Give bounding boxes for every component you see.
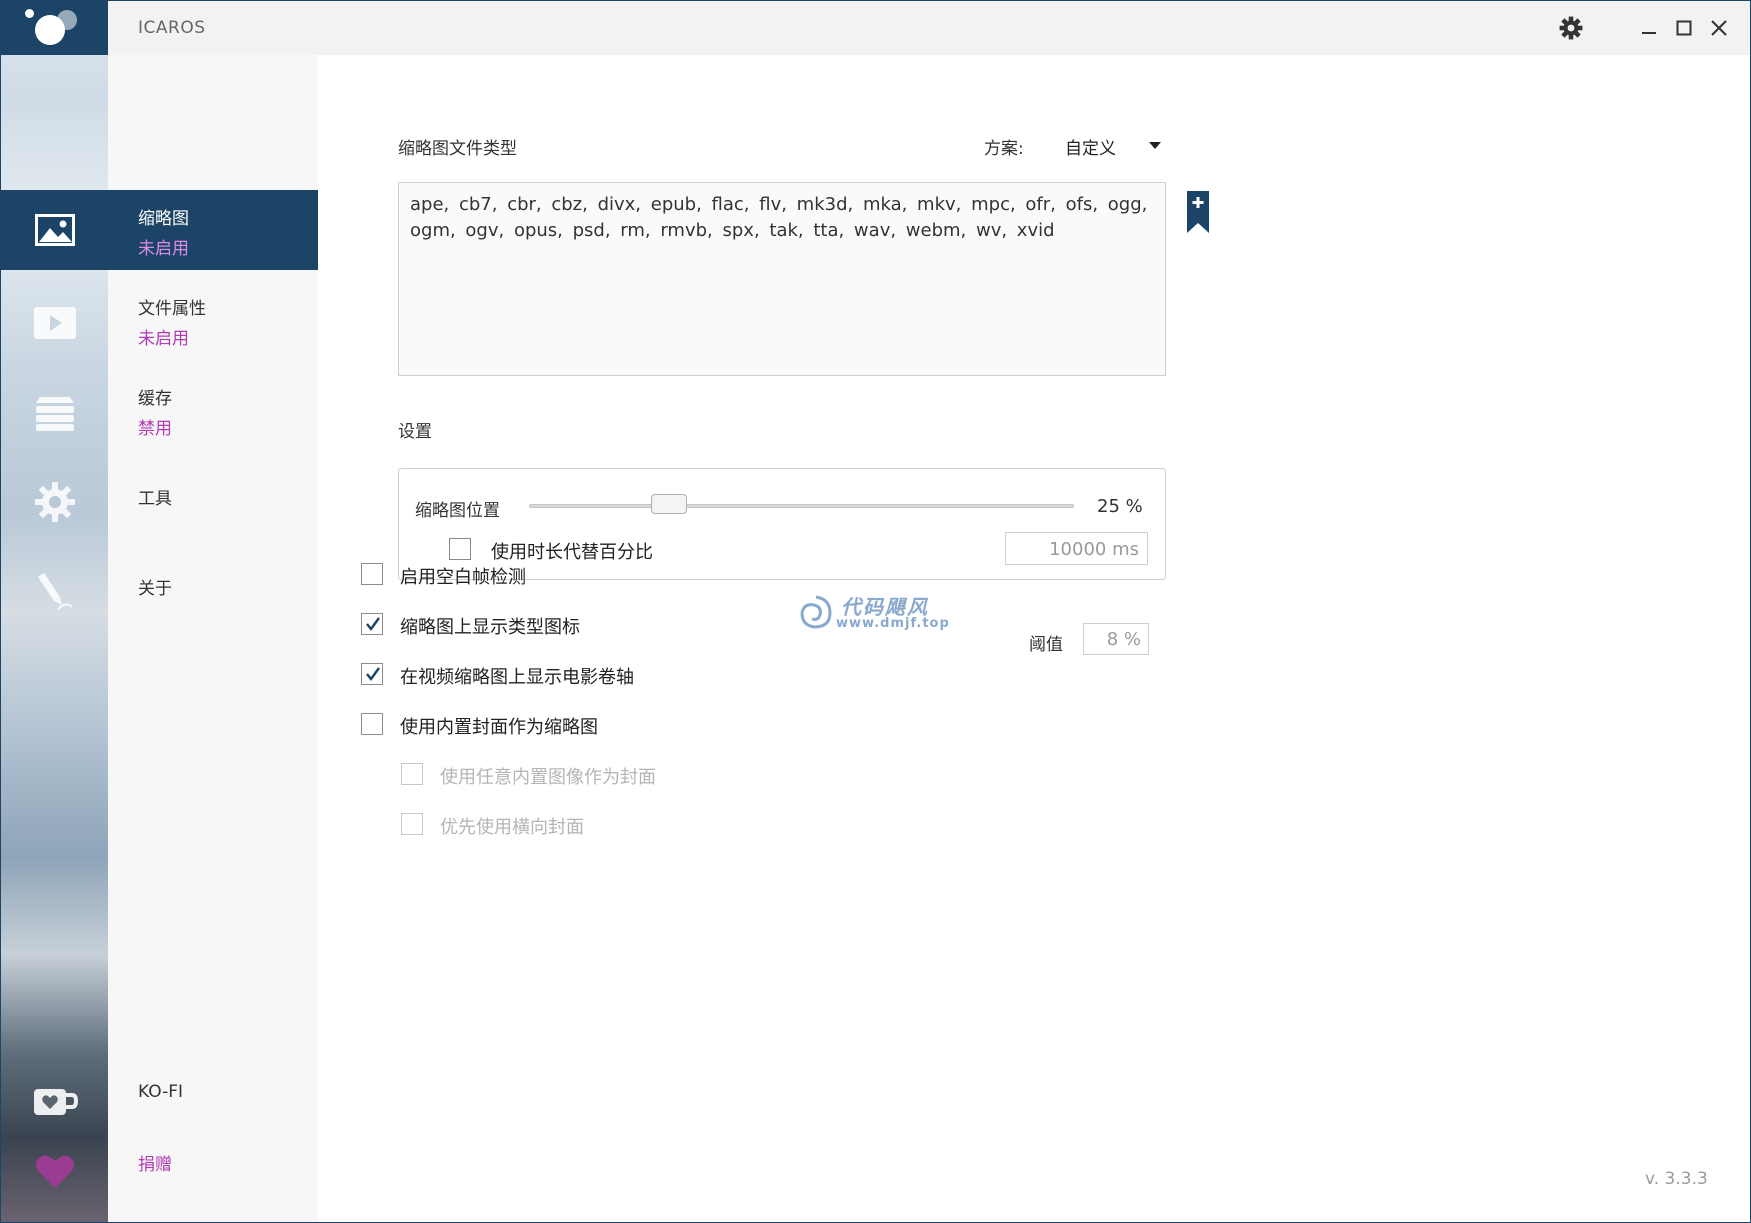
scheme-dropdown-value: 自定义 bbox=[1065, 139, 1116, 159]
minimize-button[interactable] bbox=[1634, 13, 1664, 43]
filetypes-title: 缩略图文件类型 bbox=[398, 139, 517, 159]
nav-item-status: 未启用 bbox=[138, 329, 189, 349]
maximize-icon bbox=[1676, 20, 1692, 36]
logo-dot-big bbox=[35, 15, 65, 45]
nav-item-file-properties[interactable]: 文件属性 未启用 bbox=[108, 280, 318, 360]
heart-icon bbox=[35, 1155, 74, 1188]
filetypes-line: ape, cb7, cbr, cbz, divx, epub, flac, fl… bbox=[410, 194, 1148, 215]
nav-item-tools[interactable]: 工具 bbox=[108, 460, 318, 540]
settings-button[interactable] bbox=[1556, 13, 1586, 43]
title-bar: ICAROS bbox=[108, 1, 1750, 55]
video-icon bbox=[33, 307, 76, 339]
nav-item-donate[interactable]: 捐赠 bbox=[108, 1133, 318, 1193]
nav-item-label: 缩略图 bbox=[138, 209, 189, 229]
duration-checkbox-label: 使用时长代替百分比 bbox=[491, 542, 653, 563]
watermark: 代码飓风 www.dmjf.top bbox=[796, 591, 966, 635]
scheme-dropdown[interactable]: 自定义 bbox=[1065, 131, 1165, 159]
nav-panel: 缩略图 未启用 文件属性 未启用 缓存 禁用 工具 关于 KO-FI 捐赠 bbox=[108, 55, 318, 1222]
threshold-input[interactable]: 8 % bbox=[1083, 623, 1149, 655]
option-label: 使用内置封面作为缩略图 bbox=[400, 717, 598, 738]
slider-value: 25 % bbox=[1097, 496, 1143, 517]
nav-item-kofi[interactable]: KO-FI bbox=[108, 1065, 318, 1125]
option-label: 在视频缩略图上显示电影卷轴 bbox=[400, 667, 634, 688]
position-slider-thumb[interactable] bbox=[651, 494, 687, 514]
close-icon bbox=[1711, 20, 1727, 36]
nav-item-status: 禁用 bbox=[138, 419, 172, 439]
maximize-button[interactable] bbox=[1669, 13, 1699, 43]
nav-item-label: 文件属性 bbox=[138, 299, 206, 319]
strip-tools[interactable] bbox=[1, 462, 108, 542]
strip-cache[interactable] bbox=[1, 373, 108, 453]
watermark-url: www.dmjf.top bbox=[836, 616, 950, 631]
strip-thumbnail[interactable] bbox=[1, 190, 108, 270]
app-logo bbox=[1, 1, 108, 55]
tools-icon bbox=[37, 573, 73, 610]
option-checkbox[interactable] bbox=[401, 763, 423, 785]
main-content: 缩略图文件类型 方案: 自定义 ape, cb7, cbr, cbz, divx… bbox=[318, 55, 1750, 1222]
nav-item-cache[interactable]: 缓存 禁用 bbox=[108, 370, 318, 450]
nav-item-label: 工具 bbox=[138, 489, 172, 509]
chevron-down-icon bbox=[1149, 142, 1161, 149]
option-checkbox[interactable] bbox=[361, 713, 383, 735]
bookmark-add-icon bbox=[1187, 191, 1209, 233]
option-checkbox[interactable] bbox=[361, 663, 383, 685]
app-title: ICAROS bbox=[138, 18, 206, 38]
threshold-label: 阈值 bbox=[1029, 635, 1063, 655]
duration-input[interactable]: 10000 ms bbox=[1005, 532, 1148, 565]
filetypes-line: ogm, ogv, opus, psd, rm, rmvb, spx, tak,… bbox=[410, 220, 1055, 241]
scheme-label: 方案: bbox=[984, 139, 1024, 159]
stack-icon bbox=[35, 397, 74, 431]
option-label: 缩略图上显示类型图标 bbox=[400, 617, 580, 638]
thumbnail-icon bbox=[34, 214, 75, 246]
nav-item-about[interactable]: 关于 bbox=[108, 550, 318, 630]
filetypes-textarea[interactable]: ape, cb7, cbr, cbz, divx, epub, flac, fl… bbox=[398, 182, 1166, 376]
position-slider-track[interactable] bbox=[529, 504, 1074, 508]
option-label: 使用任意内置图像作为封面 bbox=[440, 767, 656, 788]
option-label: 优先使用横向封面 bbox=[440, 817, 584, 838]
strip-about[interactable] bbox=[1, 552, 108, 632]
option-checkbox[interactable] bbox=[401, 813, 423, 835]
duration-checkbox[interactable] bbox=[449, 538, 471, 560]
checkmark-icon bbox=[366, 667, 380, 681]
strip-donate[interactable] bbox=[1, 1131, 108, 1211]
settings-title: 设置 bbox=[398, 422, 432, 442]
app-window: ICAROS 缩略图 未启用 文件属性 未启用 缓存 禁用 工具 关于 KO-F… bbox=[0, 0, 1751, 1223]
watermark-logo-icon bbox=[800, 595, 832, 629]
gear-icon bbox=[1559, 16, 1583, 40]
nav-item-label: 缓存 bbox=[138, 389, 172, 409]
nav-item-thumbnails[interactable]: 缩略图 未启用 bbox=[108, 190, 318, 270]
checkmark-icon bbox=[366, 617, 380, 631]
option-checkbox[interactable] bbox=[361, 563, 383, 585]
close-button[interactable] bbox=[1704, 13, 1734, 43]
option-checkbox[interactable] bbox=[361, 613, 383, 635]
nav-item-label: 关于 bbox=[138, 579, 172, 599]
nav-item-status: 未启用 bbox=[138, 239, 189, 259]
nav-item-label: 捐赠 bbox=[138, 1155, 172, 1175]
gear-icon bbox=[34, 482, 75, 522]
version-label: v. 3.3.3 bbox=[1645, 1169, 1708, 1189]
add-preset-button[interactable] bbox=[1187, 191, 1209, 233]
icon-strip bbox=[1, 1, 108, 1222]
minimize-icon bbox=[1642, 32, 1656, 34]
slider-label: 缩略图位置 bbox=[415, 501, 500, 521]
strip-video[interactable] bbox=[1, 283, 108, 363]
logo-dot-small bbox=[25, 9, 34, 18]
option-label: 启用空白帧检测 bbox=[400, 567, 526, 588]
kofi-cup-icon bbox=[33, 1089, 78, 1115]
nav-item-label: KO-FI bbox=[138, 1082, 183, 1102]
